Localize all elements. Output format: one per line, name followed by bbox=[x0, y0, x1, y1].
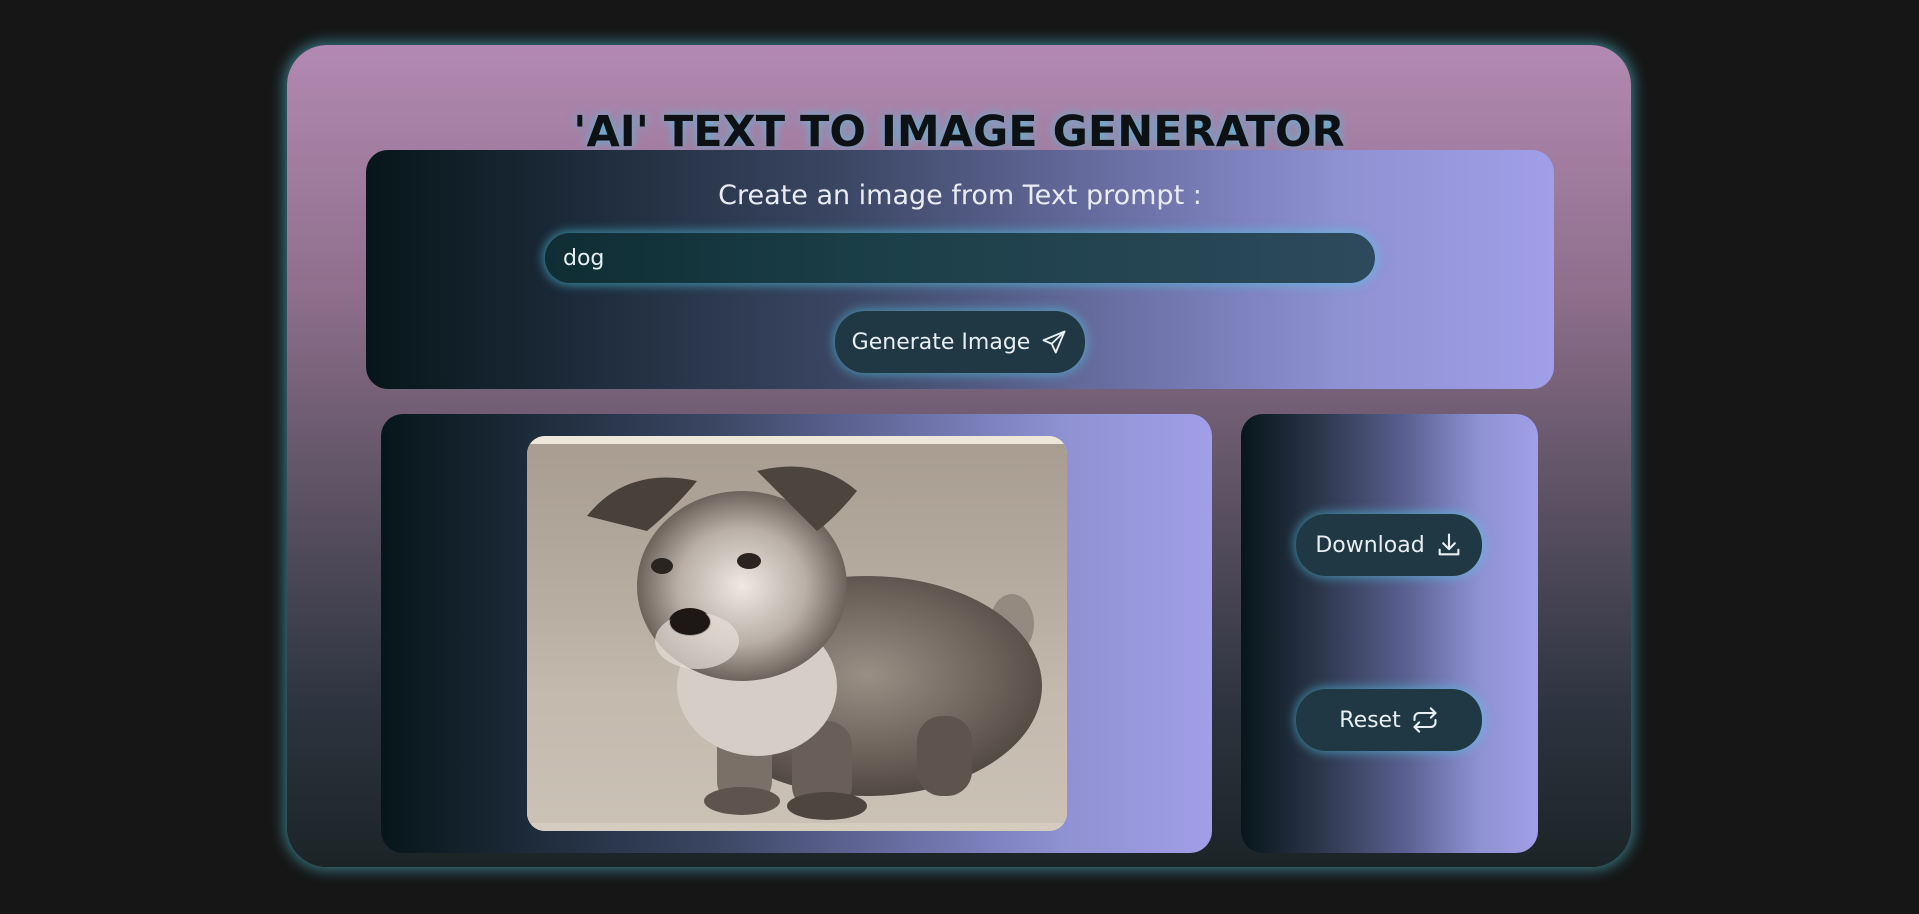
reset-label: Reset bbox=[1339, 707, 1401, 733]
action-panel: Download Reset bbox=[1241, 414, 1538, 853]
generator-card: 'AI' TEXT TO IMAGE GENERATOR Create an i… bbox=[287, 45, 1631, 867]
page: 'AI' TEXT TO IMAGE GENERATOR Create an i… bbox=[0, 0, 1919, 914]
download-icon bbox=[1438, 533, 1460, 556]
generate-image-button[interactable]: Generate Image bbox=[835, 311, 1085, 373]
download-button[interactable]: Download bbox=[1296, 514, 1482, 576]
repeat-icon bbox=[1413, 707, 1437, 733]
dog-photo bbox=[527, 436, 1067, 831]
send-icon bbox=[1042, 330, 1066, 354]
prompt-panel: Create an image from Text prompt : Gener… bbox=[366, 150, 1554, 389]
generate-image-label: Generate Image bbox=[851, 329, 1031, 355]
prompt-input[interactable] bbox=[545, 233, 1375, 283]
generated-image bbox=[527, 436, 1067, 831]
image-panel bbox=[381, 414, 1212, 853]
reset-button[interactable]: Reset bbox=[1296, 689, 1482, 751]
download-label: Download bbox=[1315, 532, 1425, 558]
prompt-label: Create an image from Text prompt : bbox=[718, 180, 1202, 211]
